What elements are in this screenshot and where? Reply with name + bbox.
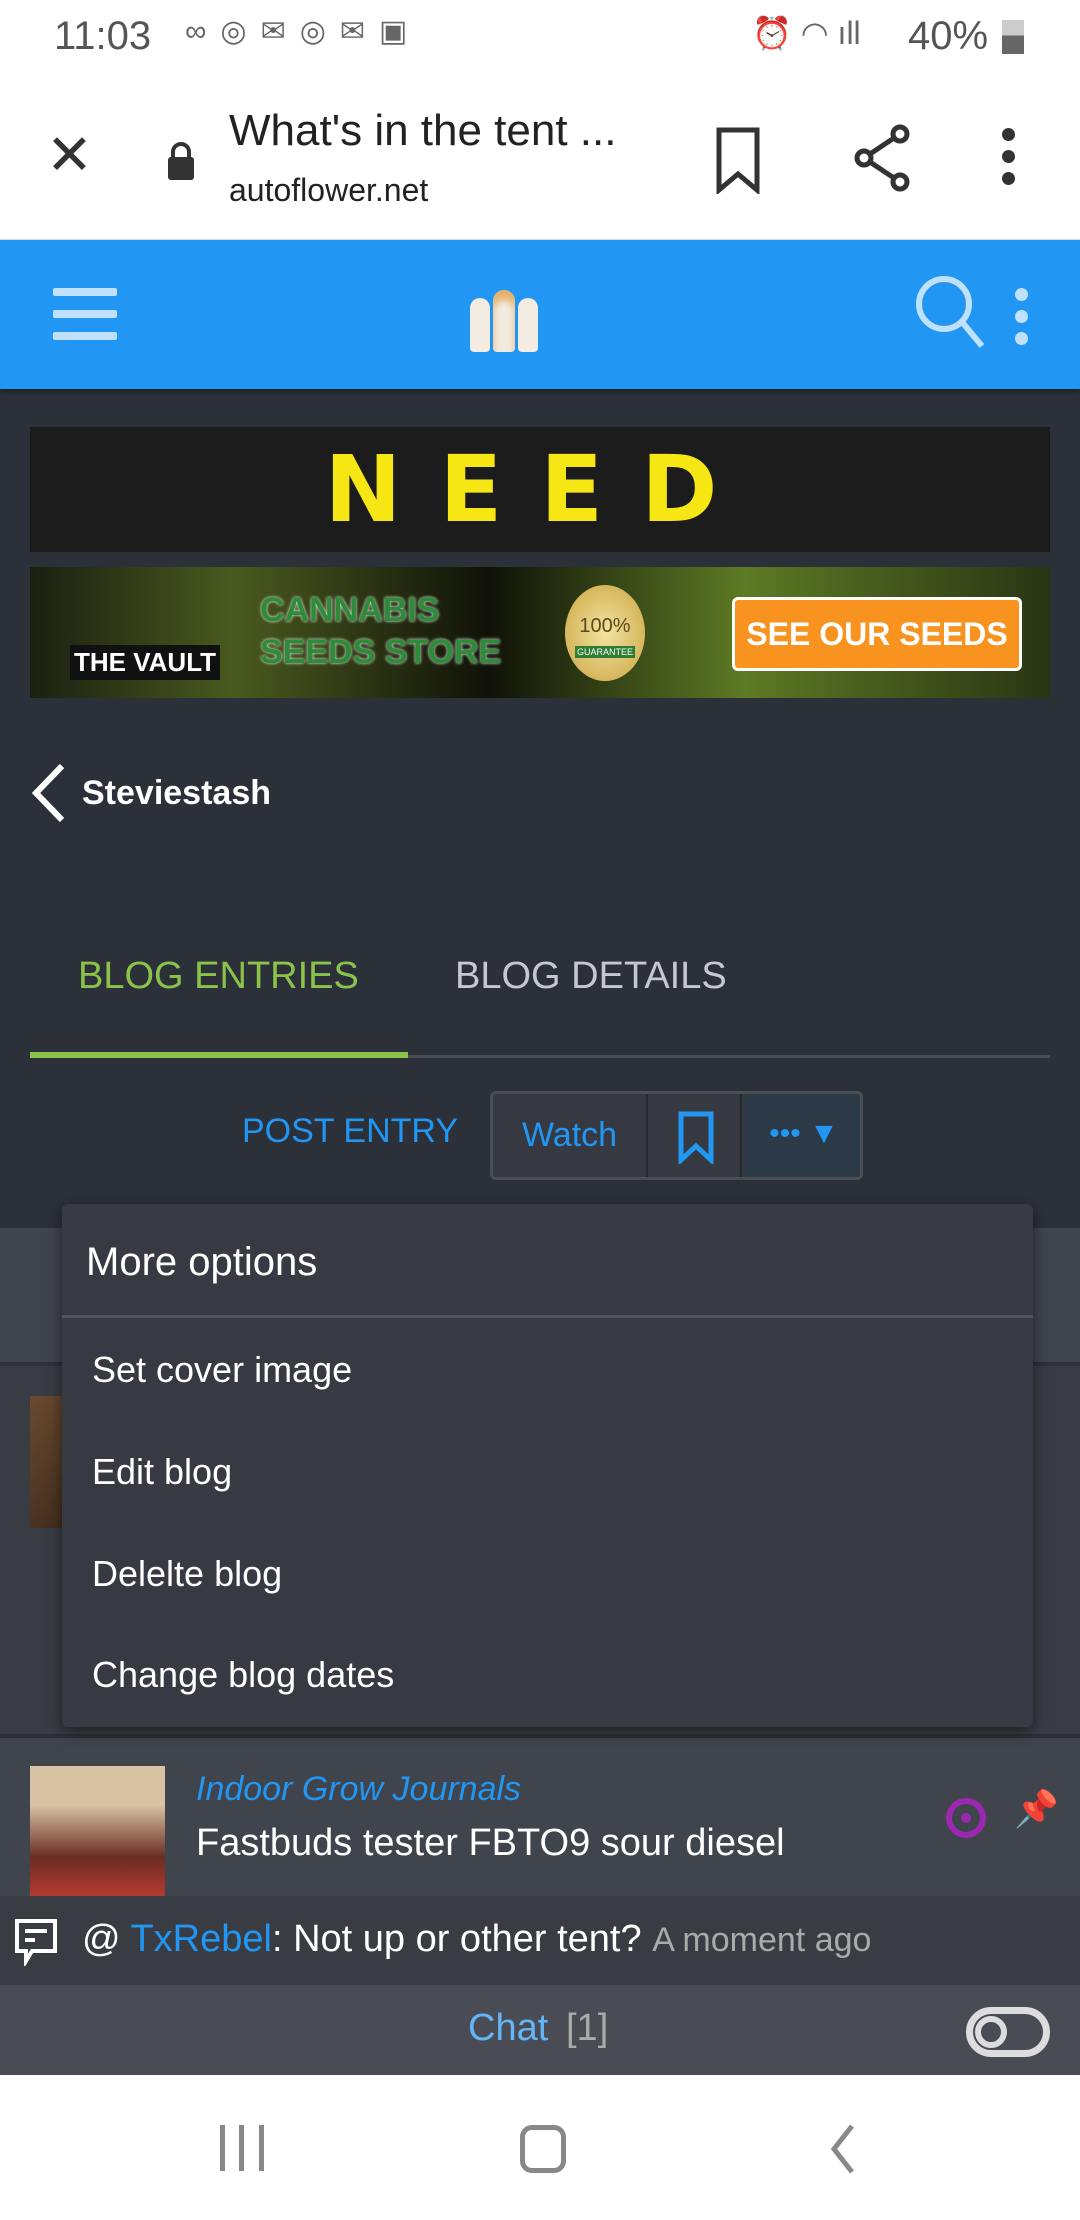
hamburger-menu-icon[interactable] xyxy=(0,240,140,389)
menu-item-edit-blog[interactable]: Edit blog xyxy=(92,1451,232,1493)
ad-banner-need-seeds[interactable]: NEED SEEDS ? xyxy=(30,427,1050,668)
search-icon[interactable] xyxy=(914,274,990,354)
chat-user[interactable]: TxRebel xyxy=(130,1918,272,1960)
home-icon[interactable] xyxy=(520,2125,566,2173)
chat-latest-message: @ TxRebel: Not up or other tent? A momen… xyxy=(82,1918,872,1960)
status-bar: 11:03 ∞◎✉◎✉▣ ⏰ ◠ ıll 40% xyxy=(0,0,1080,80)
pin-icon: 📌 xyxy=(1014,1788,1059,1829)
chat-label[interactable]: Chat xyxy=(468,2007,548,2050)
page-title: What's in the tent ... xyxy=(229,106,617,155)
site-logo[interactable] xyxy=(466,288,542,354)
more-options-button[interactable]: ••• ▼ xyxy=(744,1094,860,1177)
entry-category[interactable]: Indoor Grow Journals xyxy=(196,1770,521,1809)
page-url[interactable]: autoflower.net xyxy=(229,172,428,209)
battery-percent: 40% xyxy=(908,14,989,58)
menu-divider xyxy=(62,1315,1033,1318)
clock: 11:03 xyxy=(54,14,152,58)
watch-button-group: Watch ••• ▼ xyxy=(490,1091,863,1180)
post-entry-button[interactable]: POST ENTRY xyxy=(242,1112,458,1151)
bookmark-icon[interactable] xyxy=(714,126,762,194)
chevron-left-icon xyxy=(31,763,65,823)
blog-owner: Steviestash xyxy=(82,774,271,812)
ellipsis-icon: ••• xyxy=(769,1117,801,1150)
share-icon[interactable] xyxy=(852,124,914,192)
back-icon[interactable] xyxy=(828,2123,858,2175)
tab-blog-details[interactable]: BLOG DETAILS xyxy=(455,955,727,998)
caret-down-icon: ▼ xyxy=(809,1117,839,1150)
lock-icon xyxy=(168,142,194,180)
guarantee-badge: 100% GUARANTEE xyxy=(565,585,645,681)
badge-sub: GUARANTEE xyxy=(574,646,635,658)
see-our-seeds-button[interactable]: SEE OUR SEEDS xyxy=(732,597,1022,671)
ad-banner-vault[interactable]: THE VAULT CANNABIS SEEDS STORE 100% GUARA… xyxy=(30,567,1050,698)
back-link[interactable]: Steviestash xyxy=(28,760,288,826)
recent-apps-icon[interactable] xyxy=(220,2125,264,2171)
watch-button[interactable]: Watch xyxy=(493,1094,648,1177)
battery-icon xyxy=(1002,20,1024,54)
android-nav-bar xyxy=(0,2075,1080,2220)
bookmark-button[interactable] xyxy=(650,1094,742,1177)
system-icons: ⏰ ◠ ıll xyxy=(752,15,861,51)
bookmark-icon xyxy=(678,1111,714,1164)
entry-title[interactable]: Fastbuds tester FBTO9 sour diesel xyxy=(196,1822,785,1865)
menu-title: More options xyxy=(86,1240,318,1284)
browser-toolbar: ✕ What's in the tent ... autoflower.net xyxy=(0,80,1080,240)
entry-thumbnail[interactable] xyxy=(30,1766,165,1896)
chat-time: A moment ago xyxy=(652,1921,872,1959)
chat-bar[interactable]: Chat [1] xyxy=(0,1985,1080,2075)
list-item[interactable]: Indoor Grow Journals Fastbuds tester FBT… xyxy=(0,1738,1080,1896)
watched-eye-icon xyxy=(946,1798,986,1838)
close-icon[interactable]: ✕ xyxy=(46,122,93,188)
overflow-menu-icon[interactable] xyxy=(1002,128,1015,188)
badge-percent: 100% xyxy=(579,615,631,637)
site-header xyxy=(0,240,1080,389)
chat-text: : Not up or other tent? xyxy=(271,1918,642,1960)
menu-item-change-blog-dates[interactable]: Change blog dates xyxy=(92,1654,394,1696)
notification-icons: ∞◎✉◎✉▣ xyxy=(185,15,422,48)
chat-ticker[interactable]: @ TxRebel: Not up or other tent? A momen… xyxy=(0,1896,1080,1985)
vault-logo-text: THE VAULT xyxy=(70,645,221,680)
active-tab-indicator xyxy=(30,1052,408,1058)
store-name: CANNABIS SEEDS STORE xyxy=(260,591,502,671)
chat-message-icon xyxy=(15,1919,57,1966)
menu-item-delete-blog[interactable]: Delelte blog xyxy=(92,1553,282,1595)
tab-blog-entries[interactable]: BLOG ENTRIES xyxy=(78,955,359,998)
chat-count: [1] xyxy=(566,2007,609,2049)
header-more-icon[interactable] xyxy=(1015,288,1028,348)
more-options-menu: More options Set cover image Edit blog D… xyxy=(62,1204,1033,1727)
chat-toggle[interactable] xyxy=(966,2007,1050,2057)
menu-item-set-cover-image[interactable]: Set cover image xyxy=(92,1349,352,1391)
